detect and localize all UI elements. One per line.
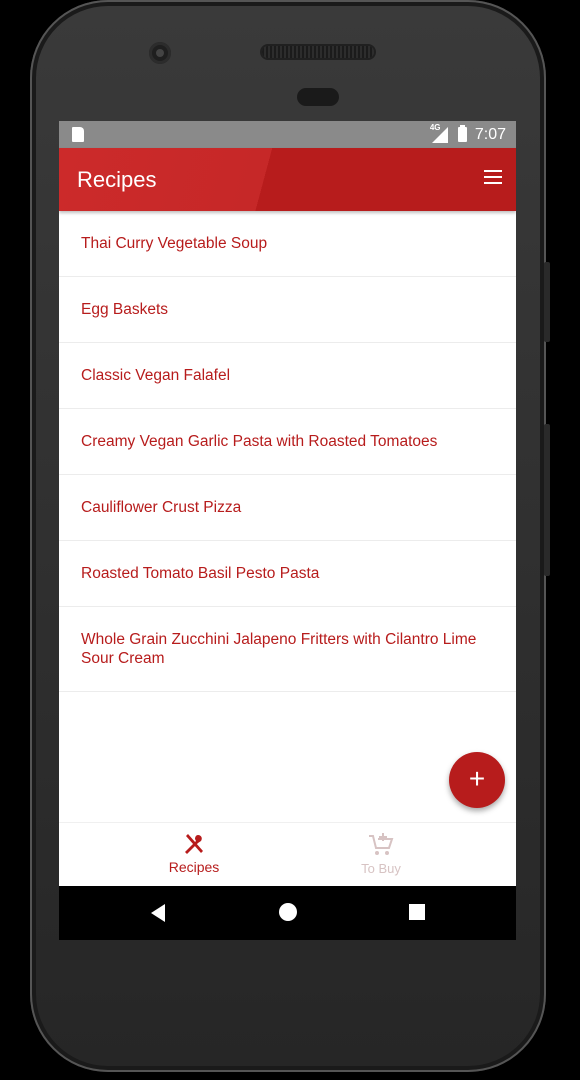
add-to-cart-icon <box>369 833 394 855</box>
list-item[interactable]: Cauliflower Crust Pizza <box>59 475 516 541</box>
fork-knife-icon <box>185 834 203 854</box>
bottom-navigation: Recipes To Buy <box>59 822 516 887</box>
back-icon[interactable] <box>151 904 165 922</box>
list-item[interactable]: Classic Vegan Falafel <box>59 343 516 409</box>
recent-apps-icon[interactable] <box>409 904 425 920</box>
battery-icon <box>457 125 467 142</box>
page-title: Recipes <box>77 167 157 192</box>
recipe-title: Classic Vegan Falafel <box>81 367 231 384</box>
screen: 4G 7:07 Recipes Thai Curry Vegetable Sou… <box>59 121 516 940</box>
sd-card-icon <box>72 127 84 142</box>
list-item[interactable]: Creamy Vegan Garlic Pasta with Roasted T… <box>59 409 516 475</box>
front-camera <box>149 42 171 64</box>
nav-tab-to-buy[interactable]: To Buy <box>321 823 441 887</box>
status-bar: 4G 7:07 <box>59 121 516 148</box>
hamburger-menu-icon[interactable] <box>484 170 502 186</box>
nav-label-to-buy: To Buy <box>361 861 401 876</box>
recipe-list: Thai Curry Vegetable Soup Egg Baskets Cl… <box>59 211 516 692</box>
signal-icon: 4G <box>430 123 450 143</box>
nav-label-recipes: Recipes <box>168 859 220 875</box>
nav-tab-recipes[interactable]: Recipes <box>134 823 254 887</box>
volume-button <box>544 424 550 576</box>
power-button <box>544 262 550 342</box>
system-navigation-bar <box>59 886 516 940</box>
recipe-title: Creamy Vegan Garlic Pasta with Roasted T… <box>81 433 438 450</box>
proximity-sensor <box>297 88 339 106</box>
add-recipe-button[interactable]: + <box>449 752 505 808</box>
recipe-title: Egg Baskets <box>81 301 169 318</box>
list-item[interactable]: Thai Curry Vegetable Soup <box>59 211 516 277</box>
list-item[interactable]: Egg Baskets <box>59 277 516 343</box>
recipe-title: Roasted Tomato Basil Pesto Pasta <box>81 565 320 582</box>
network-type: 4G <box>429 122 441 132</box>
app-bar: Recipes <box>59 148 516 211</box>
earpiece-speaker <box>262 46 374 58</box>
recipe-title: Thai Curry Vegetable Soup <box>81 235 268 252</box>
add-icon: + <box>468 763 486 794</box>
status-icons: 4G 7:07 <box>430 121 506 148</box>
list-item[interactable]: Whole Grain Zucchini Jalapeno Fritters w… <box>59 607 516 692</box>
recipe-title: Whole Grain Zucchini Jalapeno Fritters w… <box>81 631 477 667</box>
recipe-title: Cauliflower Crust Pizza <box>81 499 242 516</box>
status-time: 7:07 <box>474 125 506 143</box>
list-item[interactable]: Roasted Tomato Basil Pesto Pasta <box>59 541 516 607</box>
home-icon[interactable] <box>279 903 297 921</box>
